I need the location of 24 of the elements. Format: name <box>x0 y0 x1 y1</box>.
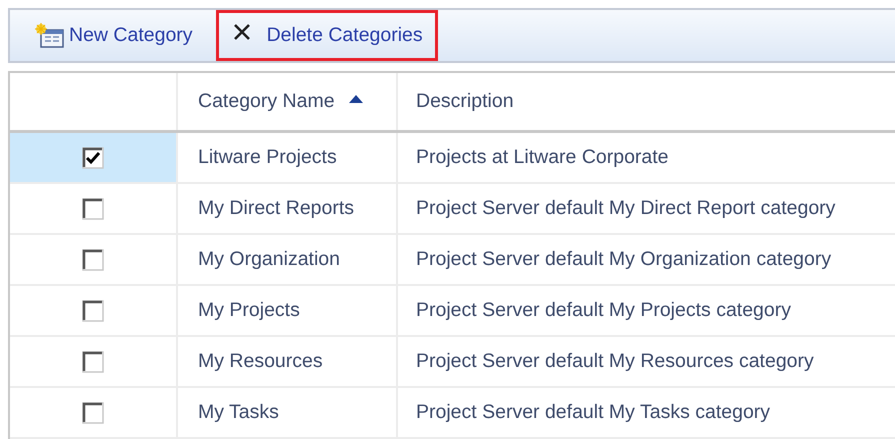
description-cell-text: Project Server default My Projects category <box>416 298 791 323</box>
category-name-cell-text: My Projects <box>198 298 300 323</box>
checkbox[interactable] <box>82 248 104 270</box>
description-cell-text: Project Server default My Resources category <box>416 348 814 374</box>
category-name-cell-text: My Organization <box>198 246 340 272</box>
category-name-cell-text: My Tasks <box>198 400 279 425</box>
category-name-cell-text: Litware Projects <box>198 144 337 170</box>
checkbox[interactable] <box>82 350 104 372</box>
checkbox[interactable] <box>82 146 104 168</box>
category-name-cell-text: My Direct Reports <box>198 196 354 221</box>
close-icon <box>232 22 251 40</box>
new-table-icon <box>35 22 65 48</box>
delete-button[interactable]: Delete Categories <box>216 10 438 61</box>
column-header[interactable]: Category Name <box>198 86 335 116</box>
category-name-cell-text: My Resources <box>198 348 323 374</box>
description-cell-text: Project Server default My Direct Report category <box>416 196 836 221</box>
description-cell-text: Projects at Litware Corporate <box>416 144 669 170</box>
checkbox[interactable] <box>82 402 104 424</box>
description-cell-text: Project Server default My Tasks category <box>416 400 770 425</box>
new-button[interactable]: New Category <box>28 10 208 61</box>
checkbox[interactable] <box>82 300 104 322</box>
description-cell-text: Project Server default My Organization category <box>416 246 832 272</box>
column-header[interactable]: Description <box>416 86 514 116</box>
checkbox[interactable] <box>82 198 104 220</box>
